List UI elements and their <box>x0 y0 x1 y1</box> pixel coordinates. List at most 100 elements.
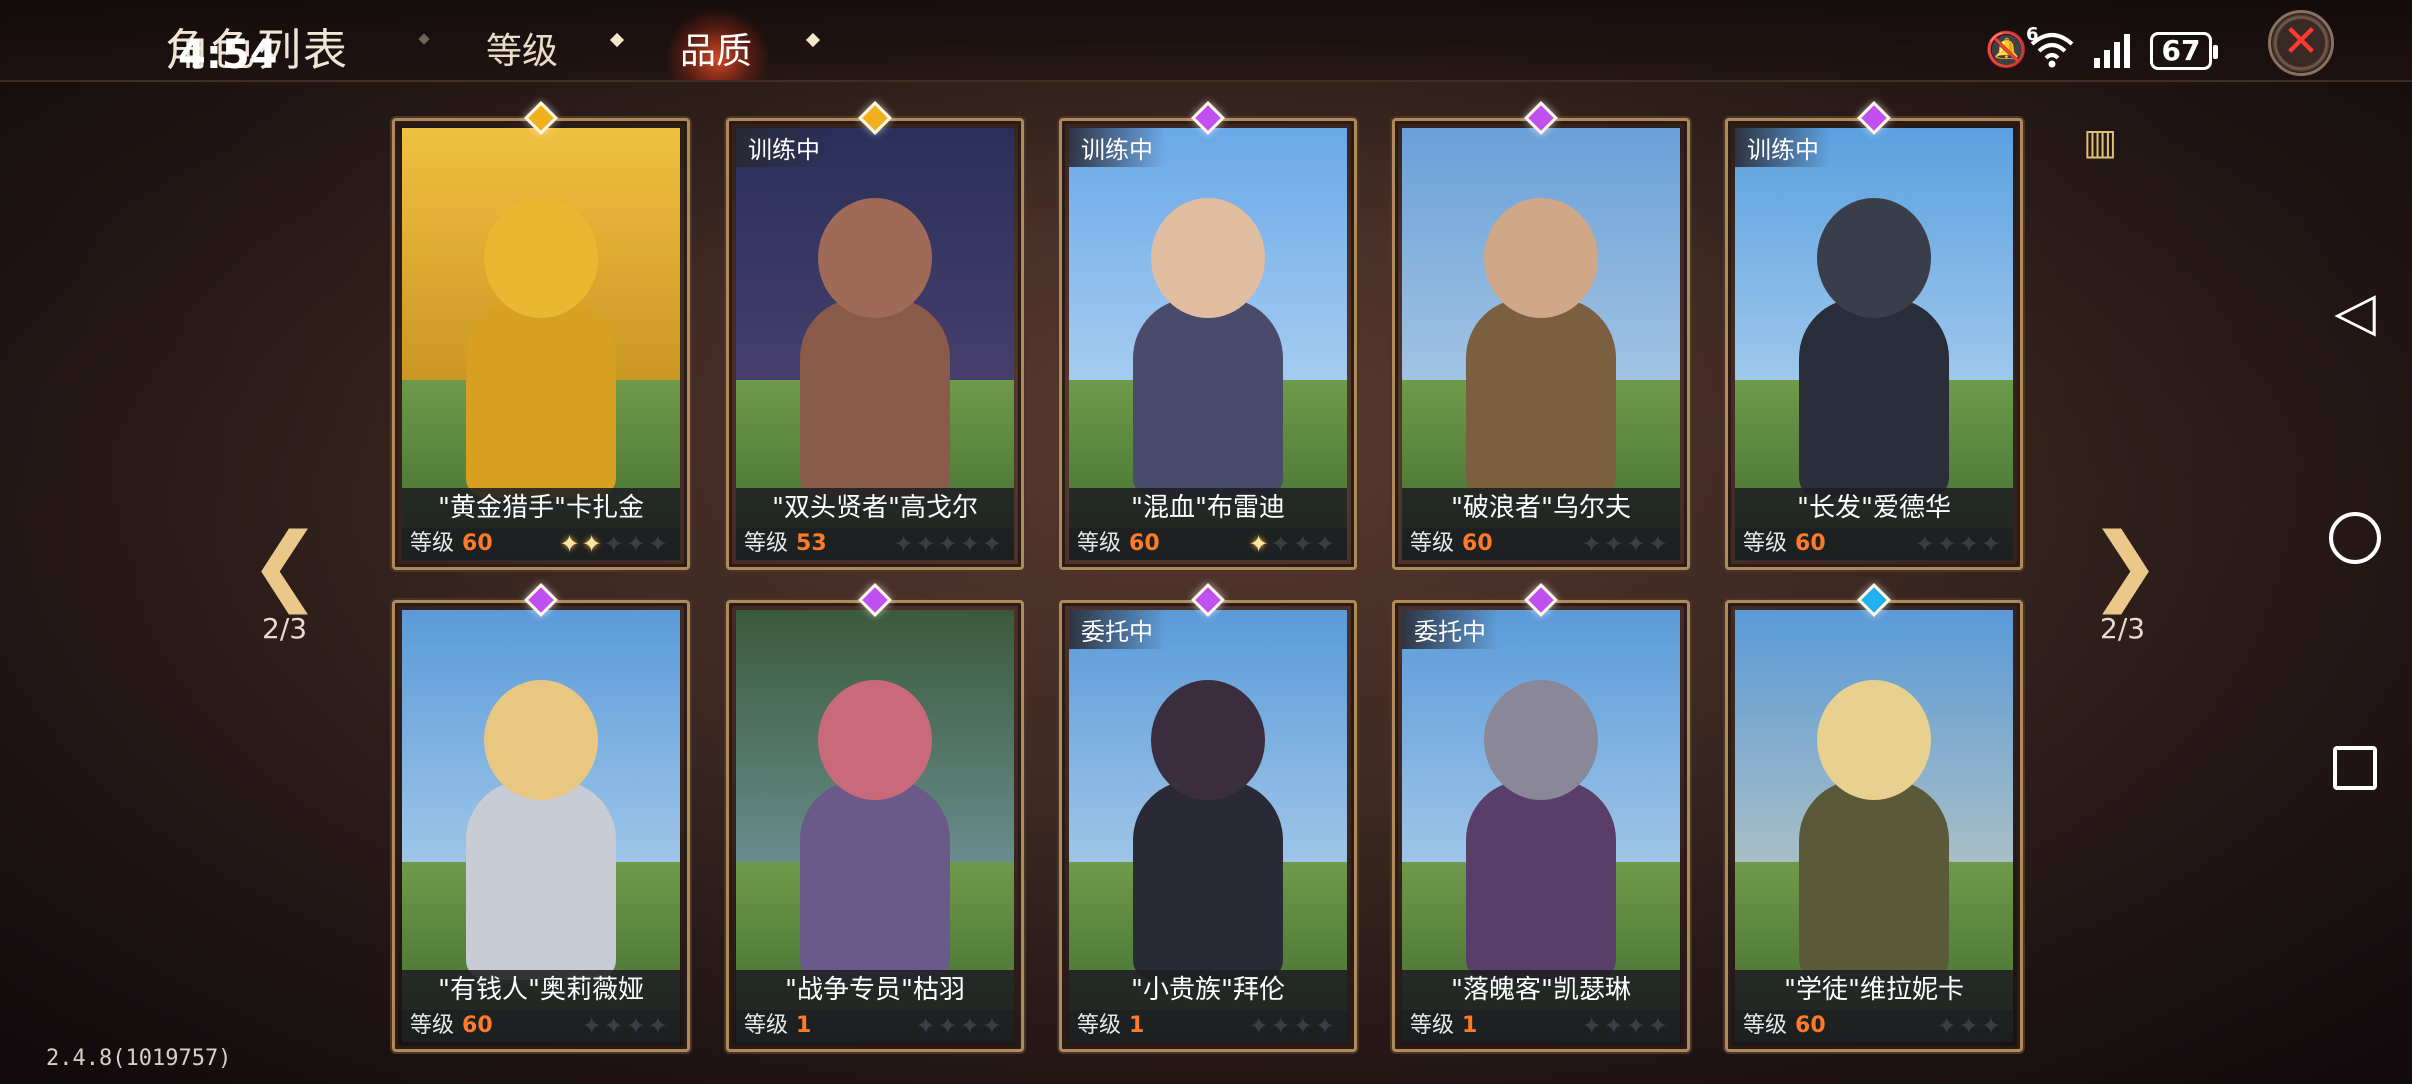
list-view-button[interactable]: ▥ <box>2075 118 2125 168</box>
star-rating: ✦✦✦✦ <box>1915 528 2003 560</box>
star-icon: ✦ <box>1625 530 1648 558</box>
star-icon: ✦ <box>915 1012 938 1040</box>
recent-apps-button[interactable] <box>2333 746 2377 790</box>
star-icon: ✦ <box>1292 530 1315 558</box>
star-icon: ✦ <box>1603 1012 1626 1040</box>
character-card[interactable]: "有钱人"奥莉薇娅 等级 60 ✦✦✦✦ <box>392 583 690 1052</box>
level-row: 等级 60 ✦✦✦✦ <box>1402 528 1680 560</box>
battery-indicator: 67 <box>2150 32 2218 70</box>
status-badge: 委托中 <box>1402 610 1498 649</box>
character-name: "学徒"维拉妮卡 <box>1735 970 2013 1010</box>
character-name: "小贵族"拜伦 <box>1069 970 1347 1010</box>
star-rating: ✦✦✦✦ <box>1249 528 1337 560</box>
level-label: 等级 <box>744 531 789 556</box>
character-name: "混血"布雷迪 <box>1069 488 1347 528</box>
star-icon: ✦ <box>603 1012 626 1040</box>
tab-separator-icon <box>609 32 625 48</box>
top-bar: 角色列表 4:54 等级 品质 🔕 6 67 ✕ <box>0 0 2412 82</box>
status-badge: 训练中 <box>1735 128 1831 167</box>
close-button[interactable]: ✕ <box>2268 10 2334 76</box>
star-icon: ✦ <box>937 530 960 558</box>
mute-icon: 🔕 <box>1985 30 2028 70</box>
character-name: "长发"爱德华 <box>1735 488 2013 528</box>
star-rating: ✦✦✦✦✦ <box>893 528 1004 560</box>
star-icon: ✦ <box>1270 1012 1293 1040</box>
level-value: 60 <box>1462 531 1493 556</box>
level-value: 1 <box>1462 1013 1478 1038</box>
status-badge: 委托中 <box>1069 610 1165 649</box>
list-view-icon: ▥ <box>2082 122 2117 163</box>
star-icon: ✦ <box>581 530 604 558</box>
level-value: 60 <box>1795 1013 1826 1038</box>
level-label: 等级 <box>410 1013 455 1038</box>
character-card[interactable]: "战争专员"枯羽 等级 1 ✦✦✦✦ <box>726 583 1024 1052</box>
star-icon: ✦ <box>1647 1012 1670 1040</box>
star-icon: ✦ <box>1958 1012 1981 1040</box>
character-card[interactable]: 委托中 "落魄客"凯瑟琳等级 1 ✦✦✦✦ <box>1392 583 1690 1052</box>
star-icon: ✦ <box>1914 530 1937 558</box>
prev-page-button[interactable]: ❮ <box>240 520 330 610</box>
character-name: "战争专员"枯羽 <box>736 970 1014 1010</box>
level-label: 等级 <box>1743 1013 1788 1038</box>
level-label: 等级 <box>1410 1013 1455 1038</box>
character-name: "有钱人"奥莉薇娅 <box>402 970 680 1010</box>
character-card[interactable]: "破浪者"乌尔夫等级 60 ✦✦✦✦ <box>1392 101 1690 570</box>
character-name: "落魄客"凯瑟琳 <box>1402 970 1680 1010</box>
back-button[interactable]: ◁ <box>2325 282 2385 342</box>
star-icon: ✦ <box>1581 530 1604 558</box>
star-rating: ✦✦✦✦ <box>1582 1010 1670 1042</box>
character-card[interactable]: 训练中 "长发"爱德华 等级 60 ✦✦✦✦ <box>1725 101 2023 570</box>
character-name: "破浪者"乌尔夫 <box>1402 488 1680 528</box>
level-row: 等级 60 ✦✦✦✦ <box>402 1010 680 1042</box>
character-card[interactable]: 训练中 "混血"布雷迪 等级 60 ✦✦✦✦ <box>1059 101 1357 570</box>
level-value: 1 <box>1129 1013 1145 1038</box>
star-icon: ✦ <box>1647 530 1670 558</box>
level-row: 等级 60 ✦✦✦✦✦ <box>402 528 680 560</box>
level-label: 等级 <box>1077 531 1122 556</box>
page-indicator-right: 2/3 <box>2100 612 2146 645</box>
character-name: "双头贤者"高戈尔 <box>736 488 1014 528</box>
star-icon: ✦ <box>1314 530 1337 558</box>
home-button[interactable] <box>2329 512 2381 564</box>
star-icon: ✦ <box>625 530 648 558</box>
star-icon: ✦ <box>647 530 670 558</box>
character-card[interactable]: 训练中 "双头贤者"高戈尔 等级 53 ✦✦✦✦✦ <box>726 101 1024 570</box>
character-card[interactable]: "黄金猎手"卡扎金 等级 60 ✦✦✦✦✦ <box>392 101 690 570</box>
level-label: 等级 <box>744 1013 789 1038</box>
page-indicator-left: 2/3 <box>262 612 308 645</box>
status-badge: 训练中 <box>1069 128 1165 167</box>
level-label: 等级 <box>410 531 455 556</box>
tab-quality[interactable]: 品质 <box>680 22 752 74</box>
next-page-button[interactable]: ❯ <box>2080 520 2170 610</box>
close-icon: ✕ <box>2282 16 2320 67</box>
character-card[interactable]: "学徒"维拉妮卡 等级 60 ✦✦✦ <box>1725 583 2023 1052</box>
level-label: 等级 <box>1410 531 1455 556</box>
tab-separator-icon <box>805 32 821 48</box>
star-rating: ✦✦✦✦ <box>582 1010 670 1042</box>
level-label: 等级 <box>1077 1013 1122 1038</box>
level-row: 等级 53 ✦✦✦✦✦ <box>736 528 1014 560</box>
star-icon: ✦ <box>937 1012 960 1040</box>
star-icon: ✦ <box>1936 1012 1959 1040</box>
star-icon: ✦ <box>1248 530 1271 558</box>
character-card[interactable]: 委托中 "小贵族"拜伦 等级 1 ✦✦✦✦ <box>1059 583 1357 1052</box>
star-icon: ✦ <box>1936 530 1959 558</box>
star-icon: ✦ <box>1314 1012 1337 1040</box>
star-icon: ✦ <box>915 530 938 558</box>
star-icon: ✦ <box>1625 1012 1648 1040</box>
star-rating: ✦✦✦✦ <box>1582 528 1670 560</box>
level-value: 60 <box>1795 531 1826 556</box>
star-icon: ✦ <box>1248 1012 1271 1040</box>
arrow-right-icon: ❯ <box>2088 515 2162 615</box>
status-badge: 训练中 <box>736 128 832 167</box>
star-icon: ✦ <box>1980 530 2003 558</box>
tab-level[interactable]: 等级 <box>486 22 558 74</box>
star-icon: ✦ <box>981 530 1004 558</box>
wifi-generation-label: 6 <box>2026 24 2039 45</box>
star-icon: ✦ <box>603 530 626 558</box>
status-clock: 4:54 <box>178 32 278 78</box>
star-icon: ✦ <box>1980 1012 2003 1040</box>
tab-separator-icon <box>418 33 430 45</box>
level-value: 60 <box>462 531 493 556</box>
level-value: 1 <box>796 1013 812 1038</box>
